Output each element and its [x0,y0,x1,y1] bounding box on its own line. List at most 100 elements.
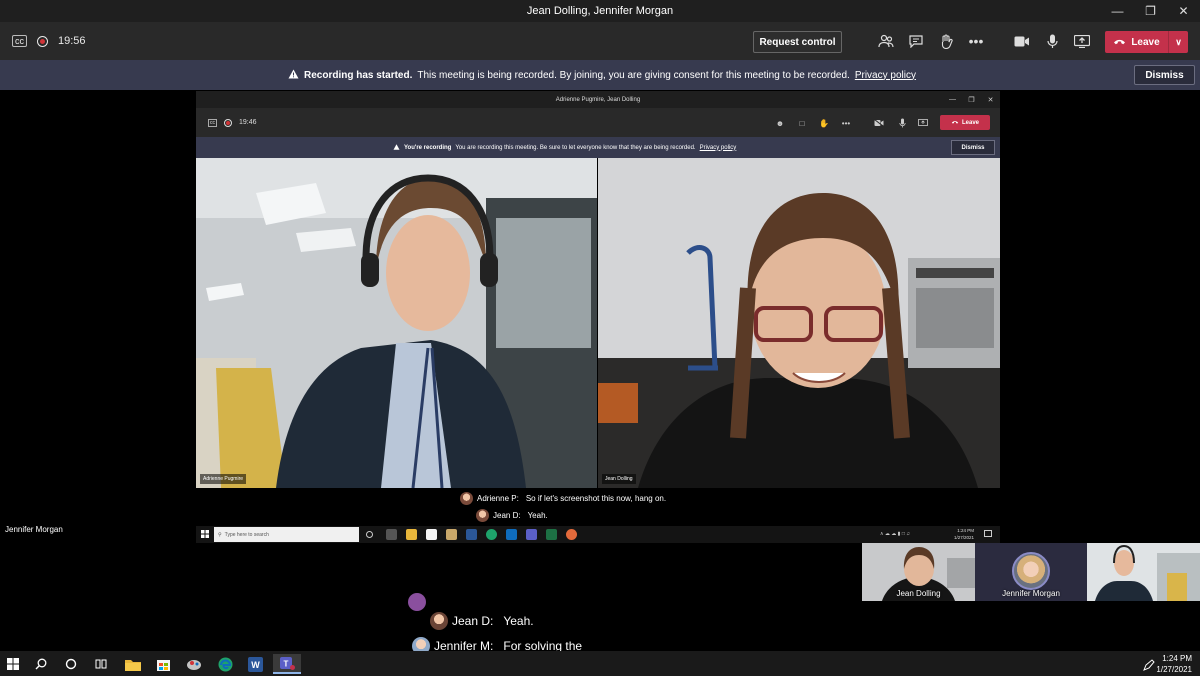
privacy-policy-link[interactable]: Privacy policy [855,70,916,81]
recording-banner-title: Recording has started. [304,69,413,81]
close-icon[interactable]: ✕ [1167,0,1200,22]
participant-thumbnail-adrienne[interactable] [1087,543,1200,601]
shared-store-icon [426,529,437,540]
svg-text:T: T [283,659,288,668]
shared-recording-banner-text: You are recording this meeting. Be sure … [455,144,696,151]
shared-start-icon [201,530,209,540]
leave-main[interactable]: Leave [1105,37,1168,48]
edge-icon[interactable] [215,654,235,674]
request-control-button[interactable]: Request control [753,31,842,53]
shared-microphone-icon [896,117,908,129]
shared-notification-icon [984,530,992,537]
live-captions: Jean D: Yeah. Jennifer M: For solving th… [0,593,1200,655]
leave-options-chevron-icon[interactable]: ∨ [1168,31,1188,53]
shared-more-options-icon: ••• [841,118,851,128]
window-title: Jean Dolling, Jennifer Morgan [526,5,674,17]
video-tile-adrienne: Adrienne Pugmire [196,158,597,488]
leave-button[interactable]: Leave ∨ [1105,31,1188,53]
shared-recording-banner-message: You're recording You are recording this … [393,137,736,158]
file-explorer-icon[interactable] [123,654,143,674]
shared-participants-icon: ☻ [775,118,785,128]
shared-search-icon: ⚲ [218,531,222,538]
recording-icon [37,35,48,47]
phone-hangup-icon [1113,37,1126,48]
shared-teams-icon [526,529,537,540]
app-icon[interactable] [184,654,204,674]
shared-tray-icons: ∧ ☁ ☁ ▮ □ ♫ [879,531,910,537]
shared-app-icon [466,529,477,540]
shared-chat-icon: □ [799,118,805,128]
participant-thumbnail-jennifer[interactable]: Jennifer Morgan [975,543,1087,601]
shared-privacy-policy-link: Privacy policy [699,144,737,151]
shared-meeting-status: cc 19:46 [208,108,257,137]
thumbnail-name: Jennifer Morgan [1002,589,1060,598]
store-icon[interactable] [153,654,173,674]
shared-screen: Adrienne Pugmire, Jean Dolling — ❐ ✕ cc … [196,91,1000,543]
caption-avatar-partial [408,593,426,611]
shared-outlook-icon [506,529,517,540]
share-screen-icon[interactable] [1071,31,1093,51]
video-feed-jean [598,158,1000,488]
video-name-label: Jean Dolling [602,474,636,484]
windows-taskbar: W T 1:24 PM 1/27/2021 [0,651,1200,676]
shared-search-placeholder: Type here to search [224,531,269,538]
teams-icon[interactable]: T [273,654,301,674]
camera-icon[interactable] [1011,31,1033,51]
search-icon[interactable] [31,654,51,674]
video-name-label: Adrienne Pugmire [200,474,247,484]
cortana-icon[interactable] [61,654,81,674]
recording-banner: Recording has started. This meeting is b… [0,60,1200,90]
shared-recording-banner: You're recording You are recording this … [196,137,1000,158]
window-controls: — ❐ ✕ [1101,0,1200,22]
caption-avatar [408,593,426,611]
raise-hand-icon[interactable] [935,31,957,51]
participant-thumbnail-jean[interactable]: Jean Dolling [862,543,975,601]
shared-file-explorer-icon [406,529,417,540]
shared-meeting-timer: 19:46 [239,119,257,126]
shared-edge-icon [486,529,497,540]
shared-taskbar: ⚲ Type here to search ∧ ☁ ☁ ▮ □ ♫ 1:24 P… [196,526,1000,543]
microphone-icon[interactable] [1041,31,1063,51]
clock-time: 1:24 PM [1162,654,1192,663]
captions-icon[interactable]: cc [12,35,27,47]
dismiss-button[interactable]: Dismiss [1134,65,1195,85]
shared-caption-line: Adrienne P: So if let's screenshot this … [460,492,666,505]
shared-phone-hangup-icon [951,120,959,126]
shared-caption-line: Jean D: Yeah. [476,509,548,522]
start-icon[interactable] [3,654,23,674]
shared-caption-speaker: Jean D: [493,511,521,520]
system-clock[interactable]: 1:24 PM 1/27/2021 [1156,653,1192,675]
svg-text:W: W [251,660,260,670]
shared-clock: 1:24 PM 1/27/2021 [954,527,974,541]
shared-warning-icon [393,143,400,152]
shared-caption-avatar [460,492,473,505]
caption-line: Jean D: Yeah. [430,612,534,630]
more-options-icon[interactable]: ••• [965,31,987,51]
chat-icon[interactable] [905,31,927,51]
window-titlebar: Jean Dolling, Jennifer Morgan — ❐ ✕ [0,0,1200,22]
shared-search-box: ⚲ Type here to search [214,527,359,542]
shared-meeting-toolbar: cc 19:46 ☻ □ ✋ ••• Leave [196,108,1000,137]
participants-icon[interactable] [875,31,897,51]
recording-banner-message: Recording has started. This meeting is b… [288,60,916,90]
shared-caption-avatar [476,509,489,522]
warning-icon [288,69,299,82]
video-tile-jean: Jean Dolling [598,158,1000,488]
minimize-icon[interactable]: — [1101,0,1134,22]
shared-raise-hand-icon: ✋ [819,118,829,128]
shared-window-title: Adrienne Pugmire, Jean Dolling [555,96,641,103]
shared-restore-icon: ❐ [968,96,975,104]
shared-share-screen-icon [917,117,929,129]
shared-app-icon [446,529,457,540]
shared-minimize-icon: — [949,96,956,103]
avatar [1012,552,1050,590]
pen-icon[interactable] [1143,658,1155,676]
word-icon[interactable]: W [245,654,265,674]
meeting-toolbar: cc 19:56 Request control ••• Leave ∨ [0,22,1200,60]
shared-caption-speaker: Adrienne P: [477,494,519,503]
task-view-icon[interactable] [91,654,111,674]
presenter-name-label: Jennifer Morgan [5,525,63,534]
shared-captions-icon: cc [208,118,217,127]
restore-icon[interactable]: ❐ [1134,0,1167,22]
recording-banner-text: This meeting is being recorded. By joini… [417,69,850,81]
